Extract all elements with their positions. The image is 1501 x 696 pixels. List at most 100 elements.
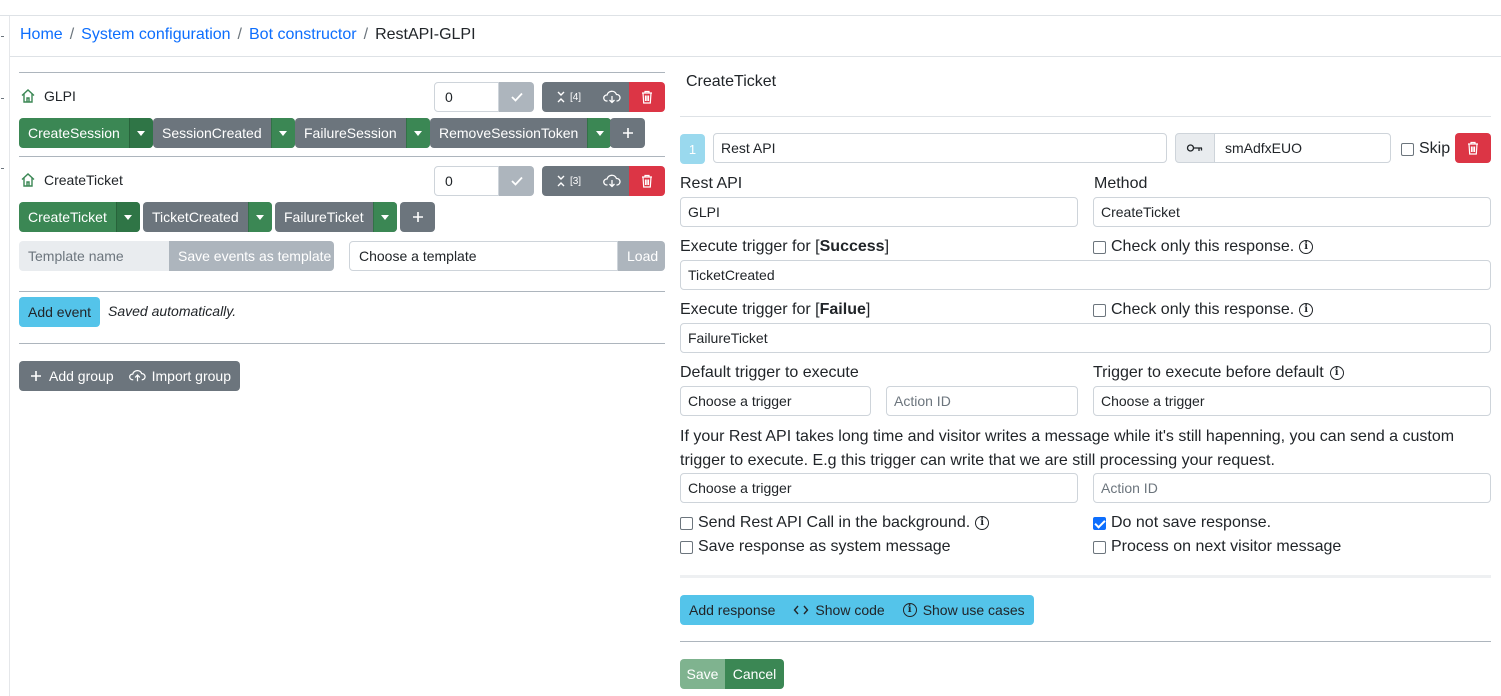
event-dropdown-toggle[interactable]	[587, 118, 612, 148]
do-not-save-checkbox[interactable]: Do not save response.	[1093, 514, 1271, 532]
system-message-checkbox[interactable]: Save response as system message	[680, 538, 951, 556]
template-name-input[interactable]: Template name	[19, 241, 169, 271]
options-divider	[680, 575, 1491, 578]
show-use-cases-button[interactable]: i Show use cases	[894, 602, 1034, 618]
group-priority-input[interactable]: 0	[434, 82, 499, 112]
add-event-to-group-button[interactable]	[400, 202, 435, 232]
saved-note: Saved automatically.	[108, 303, 237, 319]
breadcrumb-home[interactable]: Home	[20, 26, 63, 43]
checkbox[interactable]	[680, 540, 693, 554]
add-response-button[interactable]: Add response	[680, 602, 784, 618]
checkbox[interactable]	[1401, 142, 1414, 156]
cancel-button[interactable]: Cancel	[725, 659, 784, 689]
checkbox[interactable]	[1093, 303, 1106, 317]
default-trigger-label: Default trigger to execute	[680, 364, 859, 381]
event-dropdown-toggle[interactable]	[128, 118, 153, 148]
delete-group-button[interactable]	[629, 82, 665, 112]
info-icon[interactable]: i	[1329, 366, 1344, 380]
next-message-checkbox[interactable]: Process on next visitor message	[1093, 538, 1341, 556]
plus-icon	[622, 128, 633, 138]
event-dropdown-toggle[interactable]	[247, 202, 272, 232]
default-trigger-select[interactable]: Choose a trigger	[680, 386, 871, 416]
event-button[interactable]: SessionCreated	[153, 118, 295, 148]
checkbox[interactable]	[680, 516, 693, 530]
breadcrumb-bot-constructor[interactable]: Bot constructor	[249, 26, 357, 43]
before-default-text: Trigger to execute before default	[1093, 364, 1324, 381]
breadcrumb-separator: /	[363, 26, 369, 43]
skip-checkbox[interactable]: Skip	[1401, 140, 1450, 158]
method-field[interactable]: CreateTicket	[1093, 197, 1491, 227]
action-id-field[interactable]: smAdfxEUO	[1214, 133, 1391, 163]
system-message-label: Save response as system message	[698, 538, 951, 555]
event-label[interactable]: SessionCreated	[153, 118, 271, 148]
check-only-label: Check only this response.	[1111, 238, 1295, 255]
checkbox-checked[interactable]	[1093, 516, 1106, 530]
event-dropdown-toggle[interactable]	[115, 202, 140, 232]
check-only-success-checkbox[interactable]: Check only this response. i	[1093, 238, 1314, 256]
event-dropdown-toggle[interactable]	[405, 118, 430, 148]
event-button[interactable]: FailureTicket	[275, 202, 397, 232]
left-rail	[0, 16, 10, 696]
event-label[interactable]: CreateSession	[19, 118, 129, 148]
check-icon	[510, 92, 523, 102]
delete-group-button[interactable]	[629, 166, 665, 196]
event-dropdown-toggle[interactable]	[270, 118, 295, 148]
info-icon[interactable]: i	[975, 516, 990, 530]
before-default-trigger-select[interactable]: Choose a trigger	[1093, 386, 1491, 416]
choose-template-select[interactable]: Choose a template	[349, 241, 618, 271]
event-label[interactable]: TicketCreated	[143, 202, 248, 232]
trash-icon	[642, 90, 652, 104]
checkbox[interactable]	[1093, 240, 1106, 254]
event-button[interactable]: TicketCreated	[143, 202, 272, 232]
download-button[interactable]	[595, 166, 629, 196]
save-events-template-button[interactable]: Save events as template	[169, 241, 334, 271]
delete-action-button[interactable]	[1455, 133, 1491, 163]
failure-trigger-field[interactable]: FailureTicket	[680, 323, 1491, 353]
collapse-button[interactable]: [3]	[542, 166, 595, 196]
event-button[interactable]: FailureSession	[295, 118, 430, 148]
add-event-button[interactable]: Add event	[19, 297, 101, 327]
group-divider	[19, 156, 665, 157]
show-use-cases-label: Show use cases	[922, 602, 1025, 618]
collapse-icon	[557, 175, 565, 187]
import-group-button[interactable]: Import group	[123, 361, 240, 391]
show-code-button[interactable]: Show code	[784, 602, 893, 618]
add-group-button[interactable]: Add group	[19, 361, 123, 391]
event-label[interactable]: RemoveSessionToken	[430, 118, 587, 148]
info-icon[interactable]: i	[1299, 303, 1314, 317]
checkbox[interactable]	[1093, 540, 1106, 554]
check-only-failure-checkbox[interactable]: Check only this response. i	[1093, 301, 1314, 319]
default-action-id-input[interactable]: Action ID	[886, 386, 1078, 416]
event-label[interactable]: FailureSession	[295, 118, 406, 148]
event-label[interactable]: FailureTicket	[275, 202, 373, 232]
group-name: CreateTicket	[44, 172, 123, 188]
confirm-button[interactable]	[499, 166, 534, 196]
group-name: GLPI	[44, 88, 76, 104]
event-button[interactable]: CreateSession	[19, 118, 153, 148]
load-template-button[interactable]: Load	[618, 241, 665, 271]
action-type-field[interactable]: Rest API	[713, 133, 1167, 163]
group-priority-input[interactable]: 0	[434, 166, 499, 196]
breadcrumb-system-configuration[interactable]: System configuration	[81, 26, 230, 43]
rest-api-field[interactable]: GLPI	[680, 197, 1078, 227]
rail-marker	[1, 98, 4, 99]
add-event-to-group-button[interactable]	[610, 118, 645, 148]
before-default-label: Trigger to execute before default i	[1093, 364, 1344, 382]
event-dropdown-toggle[interactable]	[372, 202, 397, 232]
download-button[interactable]	[595, 82, 629, 112]
home-icon	[21, 89, 35, 103]
save-button[interactable]: Save	[680, 659, 725, 689]
collapse-button[interactable]: [4]	[542, 82, 595, 112]
background-call-checkbox[interactable]: Send Rest API Call in the background. i	[680, 514, 990, 532]
long-running-help-text: If your Rest API takes long time and vis…	[680, 428, 1455, 469]
collapse-icon	[557, 91, 565, 103]
label-prefix: Execute trigger for [	[680, 301, 820, 318]
event-button[interactable]: CreateTicket	[19, 202, 140, 232]
info-icon[interactable]: i	[1299, 240, 1314, 254]
success-trigger-field[interactable]: TicketCreated	[680, 260, 1491, 290]
event-button[interactable]: RemoveSessionToken	[430, 118, 612, 148]
long-running-action-id-input[interactable]: Action ID	[1093, 473, 1491, 503]
confirm-button[interactable]	[499, 82, 534, 112]
event-label[interactable]: CreateTicket	[19, 202, 116, 232]
long-running-trigger-select[interactable]: Choose a trigger	[680, 473, 1078, 503]
